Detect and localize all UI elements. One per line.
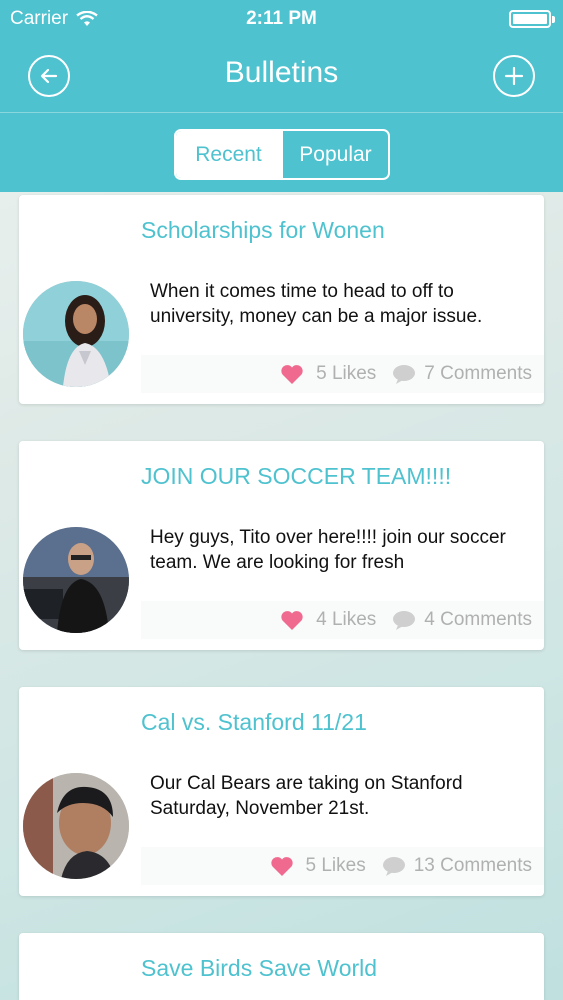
bulletin-footer: 5 Likes 7 Comments [141,355,544,393]
bulletin-card[interactable]: Scholarships for Wonen When it comes tim… [19,195,544,404]
heart-icon [270,856,293,876]
bulletin-title[interactable]: Save Birds Save World [141,955,377,982]
comment-bubble-icon [393,365,416,384]
bulletin-card[interactable]: Save Birds Save World [19,933,544,1000]
likes-button[interactable]: 5 Likes [280,363,376,385]
bulletin-body: When it comes time to head to off to uni… [150,281,483,327]
tab-popular[interactable]: Popular [281,131,388,178]
avatar[interactable] [23,773,129,879]
avatar[interactable] [23,527,129,633]
likes-button[interactable]: 5 Likes [270,855,366,877]
likes-count: 4 Likes [316,609,377,630]
comments-count: 13 Comments [413,855,532,876]
segmented-control: Recent Popular [174,129,390,180]
page-title: Bulletins [224,56,339,89]
avatar-photo [23,281,129,387]
nav-divider [0,112,563,113]
comment-bubble-icon [382,857,405,876]
comments-button[interactable]: 7 Comments [392,363,532,385]
bulletin-title[interactable]: Scholarships for Wonen [141,217,385,244]
avatar[interactable] [23,281,129,387]
bulletin-title[interactable]: JOIN OUR SOCCER TEAM!!!! [141,463,451,490]
bulletin-card[interactable]: Cal vs. Stanford 11/21 Our Cal Bears are… [19,687,544,896]
nav-bar: Bulletins [0,38,563,112]
add-bulletin-button[interactable] [493,55,535,97]
bulletin-footer: 4 Likes 4 Comments [141,601,544,639]
heart-icon [281,610,303,630]
heart-icon [281,364,303,384]
comments-button[interactable]: 13 Comments [382,855,532,877]
battery-icon [509,10,555,28]
bulletin-body: Our Cal Bears are taking on Stanford Sat… [150,773,463,819]
comment-bubble-icon [393,611,416,630]
avatar-photo [23,773,129,879]
likes-count: 5 Likes [305,855,366,876]
tab-recent[interactable]: Recent [176,131,281,178]
bulletin-title[interactable]: Cal vs. Stanford 11/21 [141,709,367,736]
status-time: 2:11 PM [246,8,317,29]
comments-button[interactable]: 4 Comments [392,609,532,631]
bulletin-card[interactable]: JOIN OUR SOCCER TEAM!!!! Hey guys, Tito … [19,441,544,650]
likes-count: 5 Likes [316,363,377,384]
likes-button[interactable]: 4 Likes [280,609,376,631]
bulletin-body: Hey guys, Tito over here!!!! join our so… [150,527,506,573]
comments-count: 4 Comments [424,609,532,630]
status-bar: Carrier 2:11 PM [0,0,563,38]
header: Carrier 2:11 PM Bulletins Recent Popular [0,0,563,192]
bulletin-footer: 5 Likes 13 Comments [141,847,544,885]
plus-icon [504,66,524,86]
avatar-photo [23,527,129,633]
comments-count: 7 Comments [424,363,532,384]
